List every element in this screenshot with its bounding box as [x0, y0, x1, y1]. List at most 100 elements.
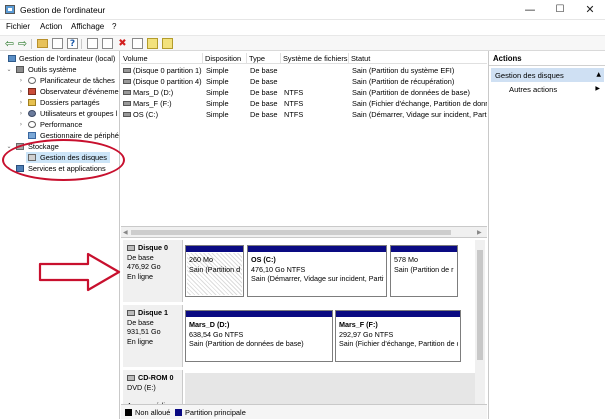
volume-icon	[123, 101, 131, 106]
column-type[interactable]: Type	[247, 53, 281, 64]
device-manager-icon	[28, 132, 36, 139]
legend-primary-label: Partition principale	[185, 408, 246, 417]
performance-icon	[28, 121, 36, 128]
event-viewer-icon	[28, 88, 36, 95]
legend-bar: Non alloué Partition principale	[121, 404, 487, 419]
legend-unallocated-label: Non alloué	[135, 408, 171, 417]
partition-bar	[336, 311, 460, 317]
console-tree: Gestion de l'ordinateur (local) ⌄ Outils…	[0, 51, 120, 419]
toolbar: ⇦ ⇨ ? ✖	[0, 35, 605, 51]
menu-bar: Fichier Action Affichage ?	[0, 20, 605, 35]
disk-1-label[interactable]: Disque 1 De base 931,51 Go En ligne	[123, 305, 183, 367]
back-arrow-icon[interactable]: ⇦	[4, 38, 15, 49]
partition-bar	[186, 246, 243, 252]
menu-file[interactable]: Fichier	[6, 22, 30, 31]
partition-bar	[186, 311, 332, 317]
expand-chevron-icon[interactable]: ›	[18, 86, 24, 97]
partition-recovery[interactable]: 578 Mo Sain (Partition de r	[390, 245, 458, 297]
close-button[interactable]: ✕	[575, 0, 605, 20]
collapse-caret-icon[interactable]: ▲	[596, 71, 601, 78]
hard-disk-icon	[127, 310, 135, 317]
up-folder-icon[interactable]	[37, 39, 48, 48]
minimize-button[interactable]: —	[515, 0, 545, 20]
actions-pane: Actions Gestion des disques ▲ Autres act…	[488, 51, 605, 419]
expand-chevron-icon[interactable]: ›	[18, 75, 24, 86]
maximize-button[interactable]: ☐	[545, 0, 575, 20]
volume-icon	[123, 68, 131, 73]
partition-bar	[391, 246, 457, 252]
table-row[interactable]: (Disque 0 partition 4) Simple De base Sa…	[121, 76, 487, 87]
scrollbar-thumb[interactable]	[477, 250, 483, 360]
disk-management-icon	[28, 154, 36, 161]
scroll-right-icon[interactable]: ▶	[477, 229, 482, 236]
table-row[interactable]: (Disque 0 partition 1) Simple De base Sa…	[121, 65, 487, 76]
check-icon[interactable]	[132, 38, 143, 49]
disk-row-1[interactable]: Disque 1 De base 931,51 Go En ligne Mars…	[121, 305, 487, 367]
expand-chevron-icon[interactable]: ›	[18, 119, 24, 130]
title-bar: Gestion de l'ordinateur — ☐ ✕	[0, 0, 605, 20]
tools-icon	[16, 66, 24, 73]
volume-icon	[123, 112, 131, 117]
collapse-chevron-icon[interactable]: ⌄	[6, 141, 12, 152]
partition-mars-f[interactable]: Mars_F (F:) 292,97 Go NTFS Sain (Fichier…	[335, 310, 461, 362]
column-layout[interactable]: Disposition	[203, 53, 247, 64]
cdrom-empty-area	[185, 373, 475, 404]
actions-section-disk-management[interactable]: Gestion des disques ▲	[491, 68, 604, 82]
expand-chevron-icon[interactable]: ›	[6, 163, 12, 174]
folder-icon[interactable]	[147, 38, 158, 49]
column-filesystem[interactable]: Système de fichiers	[281, 53, 349, 64]
toolbar-separator	[81, 39, 82, 49]
vertical-scrollbar[interactable]	[475, 240, 485, 404]
menu-action[interactable]: Action	[40, 22, 62, 31]
hard-disk-icon	[127, 245, 135, 252]
volume-list-header: Volume Disposition Type Système de fichi…	[121, 53, 487, 64]
volume-icon	[123, 79, 131, 84]
console-tree-icon[interactable]	[52, 38, 63, 49]
window-title: Gestion de l'ordinateur	[20, 5, 106, 15]
volume-list: Volume Disposition Type Système de fichi…	[121, 51, 487, 226]
horizontal-scrollbar[interactable]: ◀ ▶	[121, 226, 487, 238]
cdrom-icon	[127, 375, 135, 382]
table-row[interactable]: OS (C:) Simple De base NTFS Sain (Démarr…	[121, 109, 487, 120]
column-volume[interactable]: Volume	[121, 53, 203, 64]
shared-folder-icon	[28, 99, 36, 106]
more-actions-link[interactable]: Autres actions	[509, 85, 557, 94]
disk-row-0[interactable]: Disque 0 De base 476,92 Go En ligne 260 …	[121, 240, 487, 302]
computer-management-icon	[5, 5, 15, 14]
scroll-left-icon[interactable]: ◀	[123, 229, 128, 236]
submenu-arrow-icon: ▶	[595, 85, 600, 92]
search-icon[interactable]	[162, 38, 173, 49]
partition-bar	[248, 246, 386, 252]
disk-row-cdrom[interactable]: CD-ROM 0 DVD (E:) Aucun média	[121, 370, 487, 404]
expand-chevron-icon[interactable]: ›	[18, 108, 24, 119]
scrollbar-thumb[interactable]	[131, 230, 451, 235]
console-icon[interactable]	[102, 38, 113, 49]
column-status[interactable]: Statut	[349, 53, 487, 64]
menu-help[interactable]: ?	[112, 22, 116, 31]
legend-primary-swatch	[175, 409, 182, 416]
delete-icon[interactable]: ✖	[117, 38, 128, 49]
legend-unallocated-swatch	[125, 409, 132, 416]
expand-chevron-icon[interactable]: ›	[18, 97, 24, 108]
users-icon	[28, 110, 36, 117]
table-row[interactable]: Mars_F (F:) Simple De base NTFS Sain (Fi…	[121, 98, 487, 109]
computer-icon	[8, 55, 16, 62]
collapse-chevron-icon[interactable]: ⌄	[6, 64, 12, 75]
forward-arrow-icon[interactable]: ⇨	[17, 38, 28, 49]
partition-os-c[interactable]: OS (C:) 476,10 Go NTFS Sain (Démarrer, V…	[247, 245, 387, 297]
volume-icon	[123, 90, 131, 95]
partition-mars-d[interactable]: Mars_D (D:) 638,54 Go NTFS Sain (Partiti…	[185, 310, 333, 362]
help-icon[interactable]: ?	[67, 38, 78, 49]
cdrom-0-label[interactable]: CD-ROM 0 DVD (E:) Aucun média	[123, 370, 183, 404]
storage-icon	[16, 143, 24, 150]
clock-icon	[28, 77, 36, 84]
properties-icon[interactable]	[87, 38, 98, 49]
disk-0-label[interactable]: Disque 0 De base 476,92 Go En ligne	[123, 240, 183, 302]
table-row[interactable]: Mars_D (D:) Simple De base NTFS Sain (Pa…	[121, 87, 487, 98]
services-icon	[16, 165, 24, 172]
menu-view[interactable]: Affichage	[71, 22, 104, 31]
annotation-arrow-icon	[38, 252, 121, 292]
tree-item-disk-management[interactable]: Gestion des disques	[26, 152, 110, 163]
actions-header: Actions	[489, 51, 605, 66]
partition-efi[interactable]: 260 Mo Sain (Partition d	[185, 245, 244, 297]
